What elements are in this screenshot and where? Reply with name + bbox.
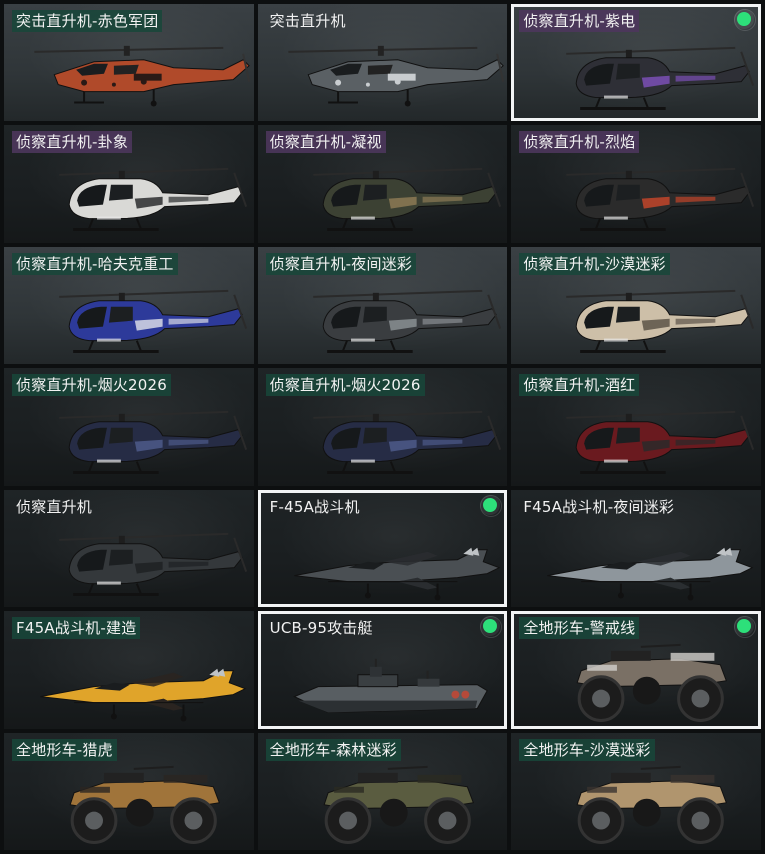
atv-image — [511, 751, 761, 850]
skin-card[interactable]: 侦察直升机-卦象 — [4, 125, 254, 243]
skin-card[interactable]: 侦察直升机-凝视 — [257, 125, 508, 243]
skin-card[interactable]: 全地形车-森林迷彩 — [257, 732, 508, 850]
skin-card[interactable]: 侦察直升机-哈夫克重工 — [4, 246, 254, 365]
jet-image — [4, 629, 254, 728]
skin-name-label: F45A战斗机-夜间迷彩 — [523, 497, 675, 516]
scout-heli-image — [511, 143, 761, 242]
skin-name-label: F-45A战斗机 — [269, 497, 360, 516]
jet-image — [511, 508, 761, 607]
equipped-indicator-icon — [734, 9, 756, 31]
scout-heli-image — [258, 265, 508, 364]
vehicle-skin-grid: 突击直升机-赤色军团 突击直升机 侦察直升机-紫电 侦察直升机-卦象 侦察直升机… — [4, 4, 761, 850]
skin-card[interactable]: 侦察直升机-酒红 — [511, 368, 761, 486]
scout-heli-image — [4, 143, 254, 242]
skin-name-label: 全地形车-森林迷彩 — [265, 738, 401, 761]
skin-card[interactable]: 全地形车-猎虎 — [4, 732, 254, 850]
scout-heli-image — [4, 386, 254, 485]
jet-image — [258, 508, 508, 607]
skin-card[interactable]: 突击直升机-赤色军团 — [4, 4, 254, 122]
skin-name-label: UCB-95攻击艇 — [269, 619, 373, 638]
skin-name-label: 突击直升机 — [269, 12, 346, 30]
equipped-indicator-icon — [734, 616, 756, 639]
skin-card[interactable]: 侦察直升机-夜间迷彩 — [257, 246, 508, 365]
skin-card[interactable]: 侦察直升机 — [4, 489, 254, 608]
skin-card[interactable]: F45A战斗机-建造 — [4, 611, 254, 729]
skin-name-label: 侦察直升机-凝视 — [265, 131, 386, 154]
skin-name-label: 侦察直升机 — [16, 497, 93, 516]
atv-image — [258, 751, 508, 850]
scout-heli-image — [511, 22, 761, 121]
scout-heli-image — [4, 508, 254, 607]
attack-heli-image — [4, 22, 254, 121]
skin-card[interactable]: F45A战斗机-夜间迷彩 — [511, 489, 761, 608]
skin-name-label: 全地形车-警戒线 — [519, 617, 640, 640]
skin-card[interactable]: UCB-95攻击艇 — [257, 611, 508, 729]
attack-heli-image — [258, 22, 508, 121]
scout-heli-image — [511, 265, 761, 364]
skin-card[interactable]: 侦察直升机-沙漠迷彩 — [511, 246, 761, 365]
skin-card[interactable]: 侦察直升机-烟火2026 — [257, 368, 508, 486]
equipped-indicator-icon — [480, 494, 503, 517]
atv-image — [4, 751, 254, 850]
scout-heli-image — [4, 265, 254, 364]
boat-image — [258, 629, 508, 728]
atv-image — [511, 629, 761, 728]
skin-name-label: 全地形车-猎虎 — [12, 738, 117, 761]
skin-name-label: 侦察直升机-夜间迷彩 — [265, 252, 417, 275]
skin-name-label: 侦察直升机-沙漠迷彩 — [519, 252, 670, 275]
skin-name-label: 侦察直升机-酒红 — [519, 374, 640, 397]
scout-heli-image — [258, 143, 508, 242]
skin-card[interactable]: 侦察直升机-烟火2026 — [4, 368, 254, 486]
skin-name-label: 突击直升机-赤色军团 — [12, 10, 163, 32]
skin-card[interactable]: 侦察直升机-紫电 — [511, 4, 761, 122]
equipped-indicator-icon — [480, 616, 503, 639]
skin-name-label: 侦察直升机-紫电 — [519, 10, 640, 32]
skin-card[interactable]: 全地形车-警戒线 — [511, 611, 761, 729]
skin-card[interactable]: 突击直升机 — [257, 4, 508, 122]
skin-name-label: 侦察直升机-烟火2026 — [12, 374, 171, 397]
skin-card[interactable]: 侦察直升机-烈焰 — [511, 125, 761, 243]
skin-card[interactable]: F-45A战斗机 — [257, 489, 508, 608]
skin-name-label: 侦察直升机-烟火2026 — [265, 374, 425, 397]
skin-name-label: 侦察直升机-烈焰 — [519, 131, 640, 154]
skin-name-label: F45A战斗机-建造 — [12, 617, 141, 640]
skin-name-label: 侦察直升机-哈夫克重工 — [12, 252, 178, 275]
skin-name-label: 全地形车-沙漠迷彩 — [519, 738, 655, 761]
scout-heli-image — [511, 386, 761, 485]
scout-heli-image — [258, 386, 508, 485]
skin-card[interactable]: 全地形车-沙漠迷彩 — [511, 732, 761, 850]
skin-name-label: 侦察直升机-卦象 — [12, 131, 133, 154]
